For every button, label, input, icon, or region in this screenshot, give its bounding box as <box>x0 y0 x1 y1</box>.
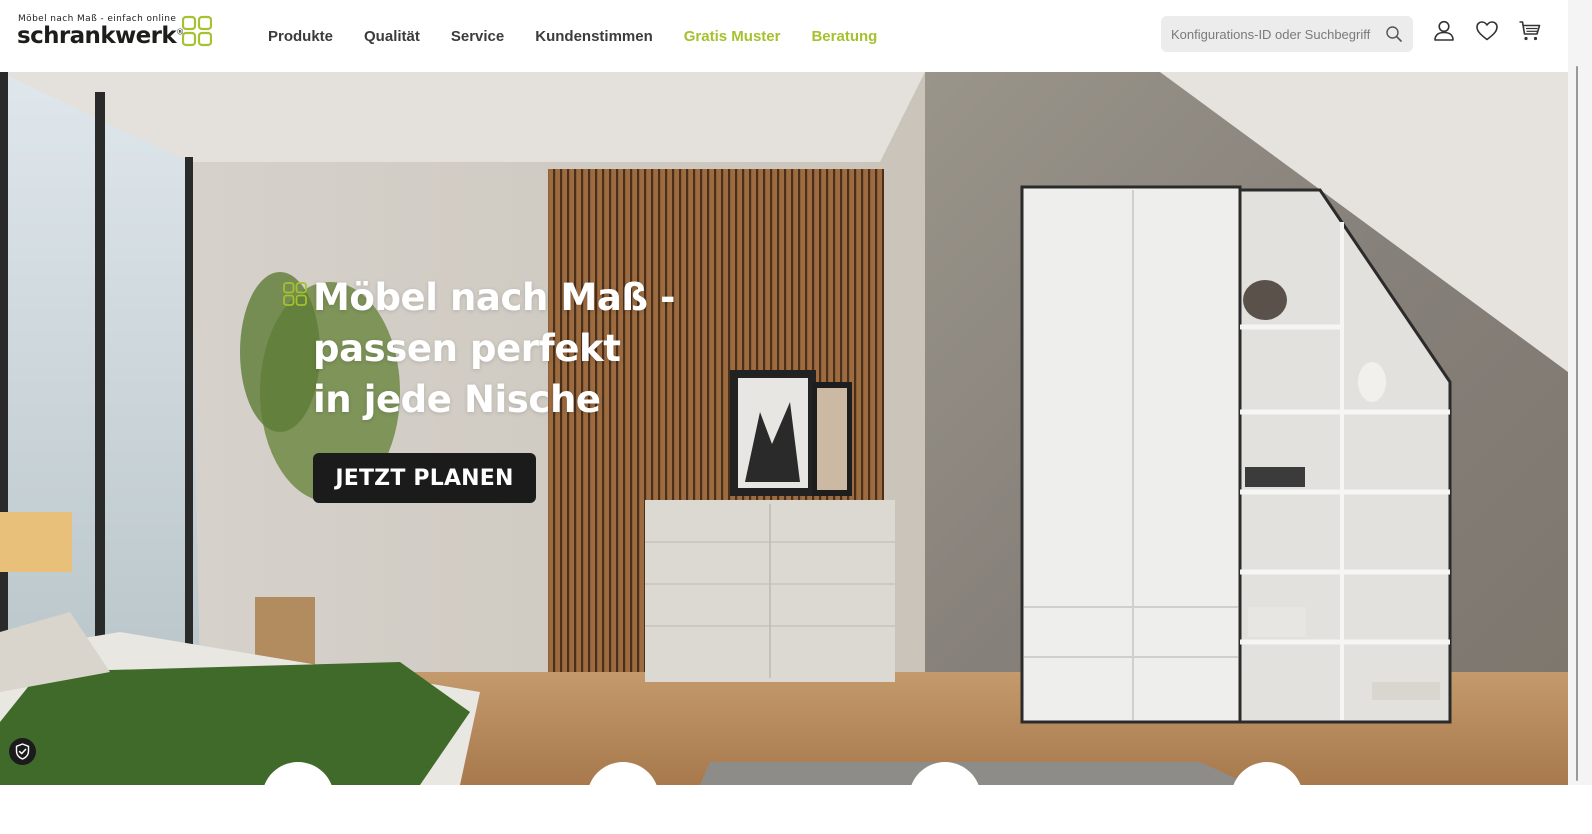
category-bubble[interactable] <box>587 762 659 834</box>
hero-headline-line-1: Möbel nach Maß - <box>313 276 676 319</box>
page-scrollbar[interactable] <box>1568 0 1592 785</box>
logo-wordmark: schrankwerk® <box>17 23 184 49</box>
nav-item-service[interactable]: Service <box>451 28 504 45</box>
search-box <box>1161 16 1413 52</box>
nav-item-kundenstimmen[interactable]: Kundenstimmen <box>535 28 653 45</box>
scrollbar-thumb[interactable] <box>1576 66 1578 781</box>
hero-bedroom-image <box>0 72 1568 785</box>
nav-item-produkte[interactable]: Produkte <box>268 28 333 45</box>
hero-headline-line-2: passen perfekt <box>313 327 621 370</box>
nav-item-beratung[interactable]: Beratung <box>811 28 877 45</box>
account-icon[interactable] <box>1432 19 1456 43</box>
schrankwerk-logo[interactable]: Möbel nach Maß - einfach online schrankw… <box>17 14 218 54</box>
category-bubble[interactable] <box>1231 762 1303 834</box>
main-nav: Produkte Qualität Service Kundenstimmen … <box>268 0 908 72</box>
search-input[interactable] <box>1171 16 1381 52</box>
nav-item-qualitaet[interactable]: Qualität <box>364 28 420 45</box>
cookie-settings-icon <box>15 743 30 760</box>
search-icon[interactable] <box>1385 25 1403 43</box>
logo-squares-icon <box>182 15 212 47</box>
cookie-settings-button[interactable] <box>9 738 36 765</box>
logo-squares-icon <box>283 282 307 306</box>
hero-headline-line-3: in jede Nische <box>313 378 601 421</box>
hero-headline: Möbel nach Maß - passen perfekt in jede … <box>283 272 676 425</box>
category-bubble[interactable] <box>262 762 334 834</box>
jetzt-planen-button[interactable]: JETZT PLANEN <box>313 453 536 503</box>
site-header: Möbel nach Maß - einfach online schrankw… <box>0 0 1592 72</box>
cart-icon[interactable] <box>1518 19 1542 43</box>
wishlist-heart-icon[interactable] <box>1475 19 1499 43</box>
hero-banner: Möbel nach Maß - passen perfekt in jede … <box>0 72 1568 785</box>
category-bubble[interactable] <box>909 762 981 834</box>
nav-item-gratis-muster[interactable]: Gratis Muster <box>684 28 781 45</box>
